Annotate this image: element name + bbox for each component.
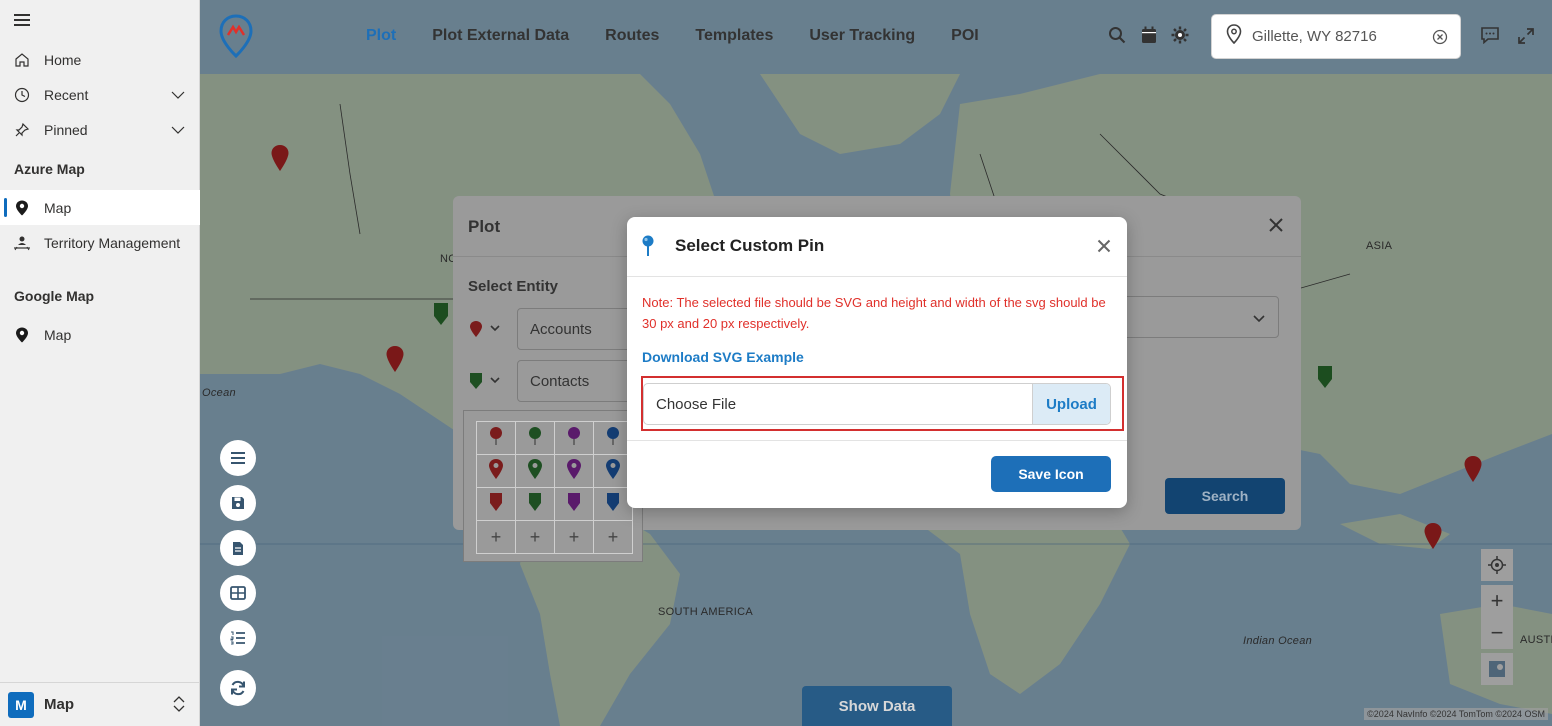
pin-option[interactable]: [476, 487, 516, 521]
divider: [627, 440, 1127, 441]
sidebar-item-label: Map: [44, 199, 72, 216]
hamburger-menu-icon[interactable]: [14, 14, 30, 28]
clock-icon: [0, 87, 44, 103]
map-pin-icon: [0, 327, 44, 343]
close-icon[interactable]: [1269, 218, 1283, 237]
group-label-azure-map: Azure Map: [14, 161, 85, 177]
sidebar-item-google-map[interactable]: Map: [0, 317, 200, 352]
file-input[interactable]: Choose File Upload: [643, 383, 1111, 425]
pin-option[interactable]: [554, 487, 594, 521]
sidebar: Home Recent Pinned Azure Map Map Territo…: [0, 0, 200, 726]
sidebar-item-label: Territory Management: [44, 234, 181, 251]
plot-select[interactable]: [1108, 296, 1279, 338]
sidebar-item-label: Recent: [44, 86, 89, 103]
entity-field-contacts[interactable]: Contacts: [517, 360, 637, 402]
add-custom-pin-button[interactable]: +: [593, 520, 633, 554]
sidebar-item-label: Home: [44, 51, 82, 68]
choose-file-label[interactable]: Choose File: [644, 384, 1032, 424]
sidebar-item-azure-map[interactable]: Map: [0, 190, 200, 225]
sidebar-item-recent[interactable]: Recent: [0, 77, 200, 112]
pin-option[interactable]: [515, 454, 555, 488]
pin-icon: [0, 122, 44, 138]
push-pin-icon: [641, 235, 655, 262]
chevron-up-down-icon[interactable]: [172, 695, 186, 718]
pin-option[interactable]: [554, 421, 594, 455]
pin-option[interactable]: [476, 421, 516, 455]
area-badge: M: [8, 691, 34, 718]
select-entity-label: Select Entity: [468, 278, 559, 295]
chevron-down-icon[interactable]: [170, 87, 186, 106]
pin-picker-grid: + + + +: [463, 410, 643, 562]
search-button[interactable]: Search: [1165, 478, 1285, 514]
chevron-down-icon: [1252, 311, 1266, 329]
download-svg-example-link[interactable]: Download SVG Example: [642, 349, 804, 365]
chevron-down-icon[interactable]: [170, 122, 186, 141]
entity-pin-picker[interactable]: [469, 372, 505, 395]
entity-field-accounts[interactable]: Accounts: [517, 308, 637, 350]
area-label: Map: [44, 696, 74, 713]
pin-option[interactable]: [476, 454, 516, 488]
map-pin-icon: [0, 200, 44, 216]
close-icon[interactable]: [1097, 239, 1111, 258]
entity-pin-picker[interactable]: [469, 320, 505, 343]
modal-title: Select Custom Pin: [675, 236, 825, 255]
modal-header: Select Custom Pin: [627, 217, 1127, 277]
pin-option[interactable]: [515, 421, 555, 455]
select-custom-pin-dialog: Select Custom Pin Note: The selected fil…: [627, 217, 1127, 508]
pin-option[interactable]: [554, 454, 594, 488]
sidebar-item-territory-management[interactable]: Territory Management: [0, 225, 200, 260]
area-switcher[interactable]: M Map: [0, 682, 200, 726]
home-icon: [0, 52, 44, 68]
sidebar-item-label: Map: [44, 326, 72, 343]
svg-size-note: Note: The selected file should be SVG an…: [642, 295, 1106, 331]
territory-icon: [0, 235, 44, 251]
sidebar-item-pinned[interactable]: Pinned: [0, 112, 200, 147]
sidebar-item-home[interactable]: Home: [0, 42, 200, 77]
show-data-button[interactable]: Show Data: [802, 686, 952, 726]
add-custom-pin-button[interactable]: +: [515, 520, 555, 554]
pin-option[interactable]: [515, 487, 555, 521]
sidebar-item-label: Pinned: [44, 121, 88, 138]
plot-dialog-title: Plot: [468, 217, 501, 236]
upload-button[interactable]: Upload: [1032, 384, 1110, 424]
save-icon-button[interactable]: Save Icon: [991, 456, 1111, 492]
add-custom-pin-button[interactable]: +: [476, 520, 516, 554]
group-label-google-map: Google Map: [14, 288, 95, 304]
add-custom-pin-button[interactable]: +: [554, 520, 594, 554]
